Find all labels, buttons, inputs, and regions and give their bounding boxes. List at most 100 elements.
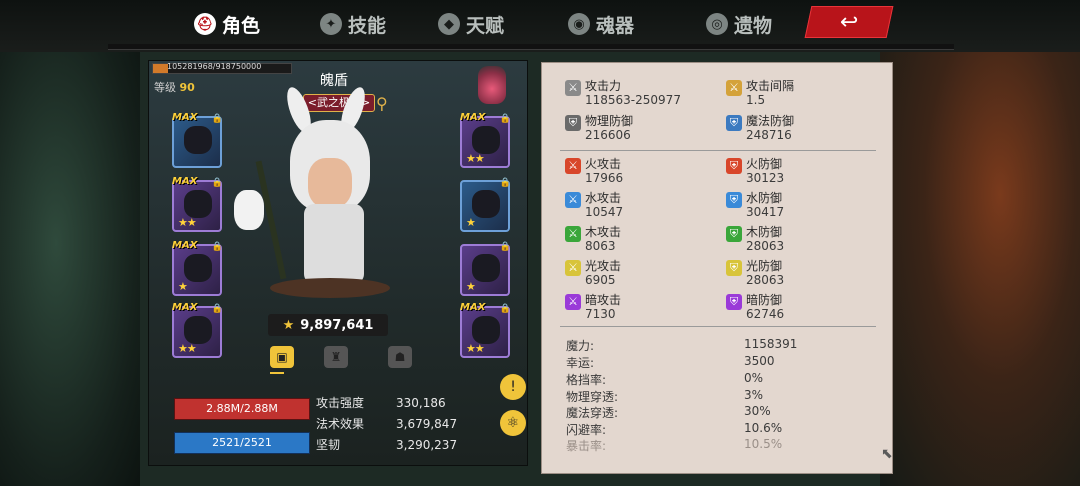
stat-label: 魔力:: [566, 339, 595, 353]
stat-label: 攻击间隔: [746, 79, 795, 93]
tab-label: 遗物: [734, 14, 773, 37]
dark-attack-icon: ⚔: [565, 294, 581, 310]
stat-water-attack: ⚔ 水攻击 10547: [565, 191, 623, 219]
max-badge: MAX: [460, 302, 486, 313]
pedestal: [270, 278, 390, 298]
equip-slot-boots[interactable]: 🔒 ★: [460, 242, 511, 296]
max-badge: MAX: [172, 240, 198, 251]
tab-relic[interactable]: ◎ 遗物: [706, 8, 772, 40]
equip-slot-weapon[interactable]: MAX 🔒 ★: [172, 240, 223, 296]
stat-value: 1.5: [746, 93, 766, 107]
stat-wood-attack: ⚔ 木攻击 8063: [565, 225, 621, 253]
tab-character[interactable]: ⛑ 角色: [194, 8, 260, 40]
hp-bar: 2.88M/2.88M: [174, 398, 310, 420]
orb-item-icon: [184, 316, 212, 344]
star-rating: ★★: [178, 216, 197, 229]
star-rating: ★: [466, 216, 476, 229]
info-button[interactable]: !: [500, 374, 526, 400]
light-defense-icon: ⛨: [726, 260, 742, 276]
star-rating: ★: [466, 280, 476, 293]
tab-skills[interactable]: ✦ 技能: [320, 8, 386, 40]
stat-label: 物理穿透:: [566, 390, 619, 404]
back-button[interactable]: ↩: [804, 6, 894, 38]
hat-item-icon: [184, 190, 212, 218]
stat-value: 10.5%: [744, 437, 783, 451]
combat-power: ★ 9,897,641: [268, 314, 388, 336]
max-badge: MAX: [172, 302, 198, 313]
boots-item-icon: [472, 254, 500, 282]
background-left: [0, 0, 140, 486]
tab-bar: ⛑ 角色 ✦ 技能 ◆ 天赋 ◉ 魂器 ◎ 遗物: [170, 2, 890, 46]
tab-label: 魂器: [596, 14, 635, 37]
minor-stat-row: 坚韧 3,290,237: [316, 434, 496, 455]
stat-label: 暴击率:: [566, 439, 607, 453]
hero-figure: [228, 84, 428, 296]
stat-value: 3500: [744, 354, 775, 368]
potion-icon[interactable]: [478, 66, 506, 104]
misc-stat-row: 魔法穿透: 30%: [566, 404, 771, 421]
equip-slot-hat[interactable]: MAX 🔒 ★★: [172, 176, 223, 232]
stat-label: 木防御: [746, 225, 783, 239]
stat-value: 6905: [585, 273, 616, 287]
max-badge: MAX: [172, 112, 198, 123]
equip-slot-armor[interactable]: MAX 🔒 ★★: [460, 112, 511, 168]
stat-label: 水攻击: [585, 191, 622, 205]
tab-soul[interactable]: ◉ 魂器: [568, 8, 634, 40]
level-display: 等级 90: [154, 79, 195, 95]
active-mode-indicator: [270, 372, 284, 374]
pet-view-icon[interactable]: ☗: [388, 346, 412, 368]
water-attack-icon: ⚔: [565, 192, 581, 208]
helmet-item-icon: [184, 126, 212, 154]
stat-magic-defense: ⛨ 魔法防御 248716: [726, 114, 794, 142]
divider: [560, 326, 876, 327]
tab-label: 角色: [222, 14, 261, 37]
stat-label: 魔法防御: [746, 114, 795, 128]
stat-dark-attack: ⚔ 暗攻击 7130: [565, 293, 621, 321]
helmet-icon: ⛑: [194, 13, 216, 35]
stat-value: 30417: [746, 205, 785, 219]
sword-icon: ⚔: [565, 80, 581, 96]
stat-label: 魔法穿透:: [566, 406, 619, 420]
stat-value: 1158391: [744, 337, 798, 351]
level-value: 90: [179, 81, 195, 94]
stat-light-defense: ⛨ 光防御 28063: [726, 259, 784, 287]
stat-value: 10.6%: [744, 421, 783, 435]
stat-value: 8063: [585, 239, 616, 253]
stat-label: 木攻击: [585, 225, 622, 239]
stat-label: 攻击力: [585, 79, 622, 93]
frame-border: [108, 44, 954, 50]
stat-label: 闪避率:: [566, 423, 607, 437]
stat-label: 攻击强度: [316, 396, 365, 410]
stat-label: 格挡率:: [566, 373, 607, 387]
relic-icon: ◎: [706, 13, 728, 35]
fire-defense-icon: ⛨: [726, 158, 742, 174]
armor-view-icon[interactable]: ▣: [270, 346, 294, 368]
stat-fire-attack: ⚔ 火攻击 17966: [565, 157, 623, 185]
weapon-item-icon: [184, 254, 212, 282]
stat-value: 7130: [585, 307, 616, 321]
star-rating: ★★: [466, 152, 485, 165]
equip-slot-orb[interactable]: MAX 🔒 ★★: [172, 302, 223, 358]
stat-label: 光防御: [746, 259, 783, 273]
tab-talent[interactable]: ◆ 天赋: [438, 8, 504, 40]
stat-value: 330,186: [396, 395, 446, 410]
misc-stat-row: 物理穿透: 3%: [566, 388, 763, 405]
stat-label: 暗攻击: [585, 293, 622, 307]
outfit-view-icon[interactable]: ♜: [324, 346, 348, 368]
stat-value: 3,679,847: [396, 416, 458, 431]
stat-label: 幸运:: [566, 356, 595, 370]
stat-value: 28063: [746, 239, 785, 253]
divider: [560, 150, 876, 151]
stat-label: 火防御: [746, 157, 783, 171]
equip-slot-helmet[interactable]: MAX 🔒: [172, 112, 223, 168]
equip-slot-amulet[interactable]: MAX 🔒 ★★: [460, 302, 511, 358]
stat-value: 118563-250977: [585, 93, 681, 107]
background-right: [880, 0, 1080, 486]
tab-label: 技能: [348, 14, 387, 37]
level-label: 等级: [154, 81, 176, 94]
equip-slot-gauntlet[interactable]: 🔒 ★: [460, 178, 511, 232]
atom-button[interactable]: ⚛: [500, 410, 526, 436]
expand-arrow-icon[interactable]: ⬉: [881, 446, 893, 462]
fire-attack-icon: ⚔: [565, 158, 581, 174]
display-mode-icons: ▣ ♜ ☗: [262, 346, 422, 376]
